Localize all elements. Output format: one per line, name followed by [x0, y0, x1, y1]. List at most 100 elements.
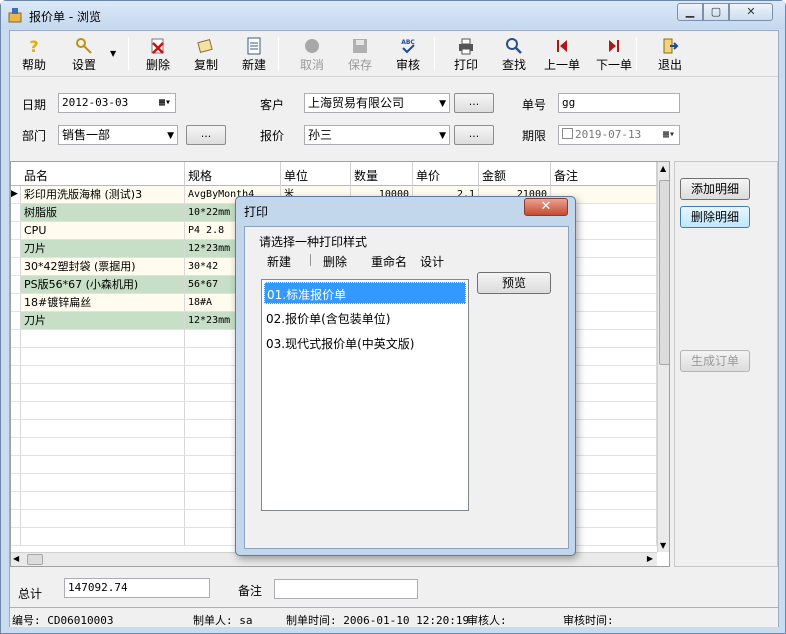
cell-name[interactable]: [21, 402, 185, 420]
dialog-close-button[interactable]: ✕: [524, 198, 568, 216]
dialog-rename-link[interactable]: 重命名: [371, 253, 407, 270]
quoter-ellipsis-button[interactable]: ...: [454, 125, 494, 145]
toolbar-printer-button[interactable]: 打印: [442, 35, 490, 73]
toolbar-key-button[interactable]: 设置: [60, 35, 108, 73]
cell-name[interactable]: [21, 330, 185, 348]
preview-button[interactable]: 预览: [477, 272, 551, 294]
toolbar-first-button[interactable]: 上一单: [538, 35, 586, 73]
vertical-scrollbar[interactable]: ▲ ▼: [657, 162, 669, 552]
toolbar-spellcheck-button[interactable]: ABC 审核: [384, 35, 432, 73]
toolbar-exit-button[interactable]: 退出: [646, 35, 694, 73]
grid-header: 品名 规格 单位 数量 单价 金额 备注: [11, 162, 657, 186]
checkbox-icon[interactable]: [562, 128, 573, 139]
print-style-item[interactable]: 02.报价单(含包装单位): [264, 307, 466, 329]
cell-name[interactable]: [21, 492, 185, 510]
cell-name[interactable]: [21, 420, 185, 438]
row-indicator: [11, 348, 21, 366]
column-header[interactable]: 单价: [413, 162, 479, 186]
toolbar-search-button[interactable]: 查找: [490, 35, 538, 73]
dept-ellipsis-button[interactable]: ...: [186, 125, 226, 145]
scroll-left-icon[interactable]: ◀: [13, 554, 19, 563]
delete-detail-button[interactable]: 删除明细: [680, 206, 750, 228]
toolbar-save-button[interactable]: 保存: [336, 35, 384, 73]
column-header[interactable]: 数量: [351, 162, 413, 186]
dialog-design-link[interactable]: 设计: [420, 253, 444, 270]
quoter-select[interactable]: 孙三 ▼: [304, 125, 450, 145]
row-indicator: [11, 384, 21, 402]
generate-order-button[interactable]: 生成订单: [680, 350, 750, 372]
scroll-up-icon[interactable]: ▲: [660, 164, 666, 173]
settings-dropdown-chevron-icon[interactable]: ▼: [110, 49, 116, 58]
customer-select[interactable]: 上海贸易有限公司 ▼: [304, 93, 450, 113]
scroll-right-icon[interactable]: ▶: [647, 554, 653, 563]
calendar-icon[interactable]: ▦▾: [663, 128, 675, 142]
order-no-field[interactable]: gg: [558, 93, 680, 113]
close-window-button[interactable]: ✕: [729, 3, 773, 21]
minimize-button[interactable]: ▁: [677, 3, 703, 21]
toolbar-new-doc-button[interactable]: 新建: [230, 35, 278, 73]
dialog-delete-link[interactable]: 删除: [323, 253, 347, 270]
cell-name[interactable]: [21, 456, 185, 474]
cell-name[interactable]: [21, 366, 185, 384]
cell-name[interactable]: [21, 438, 185, 456]
deadline-picker[interactable]: 2019-07-13 ▦▾: [558, 125, 680, 145]
print-style-item[interactable]: 03.现代式报价单(中英文版): [264, 332, 466, 354]
note-label: 备注: [238, 584, 263, 598]
date-picker[interactable]: 2012-03-03 ▦▾: [58, 93, 176, 113]
cell-name[interactable]: [21, 474, 185, 492]
column-header[interactable]: 备注: [551, 162, 657, 186]
cell-name[interactable]: [21, 528, 185, 546]
toolbar-button-label: 退出: [657, 58, 682, 72]
column-header[interactable]: 规格: [185, 162, 281, 186]
printer-icon: [459, 38, 473, 55]
quoter-label: 报价: [260, 129, 285, 143]
toolbar-button-label: 复制: [193, 58, 218, 72]
cell-name[interactable]: CPU: [21, 222, 185, 240]
title-bar: 报价单 - 浏览 ▁ ▢ ✕: [1, 1, 785, 29]
toolbar-cancel-button[interactable]: 取消: [288, 35, 336, 73]
total-field[interactable]: 147092.74: [64, 578, 210, 598]
toolbar-delete-button[interactable]: 删除: [134, 35, 182, 73]
customer-ellipsis-button[interactable]: ...: [454, 93, 494, 113]
column-header[interactable]: 品名: [21, 162, 185, 186]
cell-name[interactable]: [21, 384, 185, 402]
print-style-list[interactable]: 01.标准报价单 02.报价单(含包装单位) 03.现代式报价单(中英文版): [261, 279, 469, 511]
scroll-down-icon[interactable]: ▼: [660, 541, 666, 550]
add-detail-button[interactable]: 添加明细: [680, 178, 750, 200]
cell-name[interactable]: 刀片: [21, 312, 185, 330]
cell-name[interactable]: 30*42塑封袋 (票据用): [21, 258, 185, 276]
row-indicator: [11, 366, 21, 384]
cell-name[interactable]: 树脂版: [21, 204, 185, 222]
exit-icon: [663, 38, 679, 54]
toolbar-last-button[interactable]: 下一单: [590, 35, 638, 73]
dialog-title: 打印: [244, 205, 269, 219]
cell-name[interactable]: [21, 510, 185, 528]
total-label: 总计: [18, 587, 43, 601]
dept-select[interactable]: 销售一部 ▼: [58, 125, 178, 145]
toolbar-button-label: 设置: [71, 58, 96, 72]
toolbar-help-button[interactable]: ? 帮助: [10, 35, 58, 73]
row-indicator: [11, 510, 21, 528]
row-indicator: [11, 312, 21, 330]
print-style-item[interactable]: 01.标准报价单: [264, 282, 466, 304]
scroll-thumb-h[interactable]: [27, 554, 43, 565]
date-value: 2012-03-03: [62, 96, 129, 109]
cell-name[interactable]: 刀片: [21, 240, 185, 258]
toolbar-separator: [278, 37, 279, 71]
column-header[interactable]: 单位: [281, 162, 351, 186]
scroll-thumb[interactable]: [659, 180, 669, 365]
dept-label: 部门: [22, 129, 47, 143]
calendar-icon[interactable]: ▦▾: [159, 96, 171, 110]
maximize-button[interactable]: ▢: [703, 3, 729, 21]
cell-name[interactable]: 18#镀锌扁丝: [21, 294, 185, 312]
status-auditor: 审核人:: [467, 614, 507, 627]
toolbar-copy-button[interactable]: 复制: [182, 35, 230, 73]
dialog-new-link[interactable]: 新建: [267, 253, 291, 270]
toolbar-button-label: 打印: [453, 58, 478, 72]
column-header[interactable]: 金额: [479, 162, 551, 186]
cell-name[interactable]: 彩印用洗版海棉 (测试)3: [21, 186, 185, 204]
cell-name[interactable]: PS版56*67 (小森机用): [21, 276, 185, 294]
chevron-down-icon: ▼: [439, 131, 446, 141]
note-field[interactable]: [274, 579, 418, 599]
cell-name[interactable]: [21, 348, 185, 366]
